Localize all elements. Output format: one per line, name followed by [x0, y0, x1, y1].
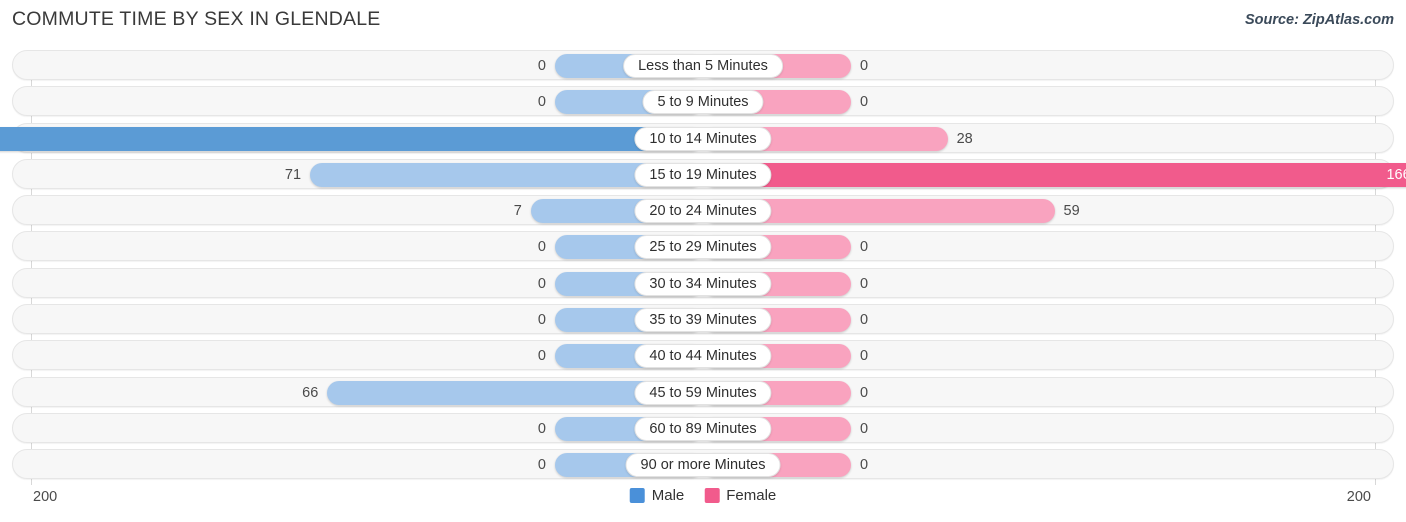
female-value-label: 0: [860, 457, 869, 474]
female-value-label: 0: [860, 94, 869, 111]
legend-swatch-male-icon: [629, 488, 645, 503]
bar-row[interactable]: 7 59 20 to 24 Minutes: [12, 195, 1394, 226]
page-title: COMMUTE TIME BY SEX IN GLENDALE: [12, 8, 381, 30]
male-value-label: 0: [537, 312, 546, 329]
category-label: 5 to 9 Minutes: [642, 90, 764, 115]
female-value-label: 0: [860, 58, 869, 74]
category-label: 40 to 44 Minutes: [634, 344, 772, 369]
male-bar-group: 185: [0, 126, 703, 151]
bar-row[interactable]: 0 0 40 to 44 Minutes: [12, 340, 1394, 371]
bar-row[interactable]: 0 0 35 to 39 Minutes: [12, 304, 1394, 335]
category-label: 10 to 14 Minutes: [634, 126, 772, 151]
bar-row[interactable]: 0 0 30 to 34 Minutes: [12, 267, 1394, 298]
bar-row[interactable]: 0 0 Less than 5 Minutes: [12, 50, 1394, 80]
legend-label-female: Female: [726, 487, 777, 504]
legend-label-male: Male: [651, 487, 685, 504]
chart-plot-area: 0 0 Less than 5 Minutes 0 0 5 to 9 Minutes 185…: [0, 50, 1406, 485]
female-value-label: 28: [956, 130, 973, 147]
female-value-label: 59: [1063, 203, 1080, 220]
male-value-label: 0: [537, 420, 546, 437]
male-value-label: 0: [537, 58, 546, 74]
male-bar[interactable]: 185: [0, 126, 703, 151]
female-value-label: 0: [860, 275, 869, 292]
category-label: 35 to 39 Minutes: [634, 308, 772, 333]
bar-row[interactable]: 0 0 5 to 9 Minutes: [12, 86, 1394, 117]
female-value-label: 0: [860, 239, 869, 256]
male-value-label: 0: [537, 348, 546, 365]
category-label: 90 or more Minutes: [625, 453, 781, 478]
bar-row[interactable]: 0 0 90 or more Minutes: [12, 449, 1394, 480]
chart-legend: Male Female: [629, 487, 776, 504]
category-label: 60 to 89 Minutes: [634, 416, 772, 441]
chart-page: COMMUTE TIME BY SEX IN GLENDALE Source: …: [0, 0, 1406, 522]
bar-row[interactable]: 185 28 10 to 14 Minutes: [0, 122, 1394, 153]
source-note: Source: ZipAtlas.com: [1244, 12, 1394, 28]
female-value-label: 166: [1386, 166, 1406, 183]
male-value-label: 0: [537, 275, 546, 292]
category-label: 25 to 29 Minutes: [634, 235, 772, 260]
axis-label-left: 200: [33, 489, 58, 505]
bar-rows-container: 0 0 Less than 5 Minutes 0 0 5 to 9 Minutes 185…: [0, 50, 1406, 480]
male-value-label: 0: [537, 457, 546, 474]
female-bar-group: 166: [703, 162, 1406, 187]
category-label: 20 to 24 Minutes: [634, 199, 772, 224]
legend-item-female[interactable]: Female: [704, 487, 776, 504]
bar-row[interactable]: 0 0 25 to 29 Minutes: [12, 231, 1394, 262]
male-value-label: 71: [284, 166, 302, 183]
bar-row[interactable]: 71 166 15 to 19 Minutes: [12, 158, 1406, 189]
legend-item-male[interactable]: Male: [629, 487, 685, 504]
female-value-label: 0: [860, 348, 869, 365]
bar-row[interactable]: 66 0 45 to 59 Minutes: [12, 376, 1394, 407]
male-value-label: 0: [537, 239, 546, 256]
bar-row[interactable]: 0 0 60 to 89 Minutes: [12, 412, 1394, 443]
female-value-label: 0: [860, 384, 869, 401]
category-label: 30 to 34 Minutes: [634, 271, 772, 296]
female-value-label: 0: [860, 312, 869, 329]
category-label: 45 to 59 Minutes: [634, 380, 772, 405]
legend-swatch-female-icon: [704, 488, 720, 503]
axis-label-right: 200: [1346, 489, 1371, 505]
male-value-label: 7: [513, 203, 522, 220]
male-value-label: 66: [302, 384, 319, 401]
female-bar[interactable]: 166: [703, 162, 1406, 187]
male-value-label: 0: [537, 94, 546, 111]
category-label: Less than 5 Minutes: [623, 54, 783, 78]
category-label: 15 to 19 Minutes: [634, 162, 772, 187]
female-value-label: 0: [860, 420, 869, 437]
